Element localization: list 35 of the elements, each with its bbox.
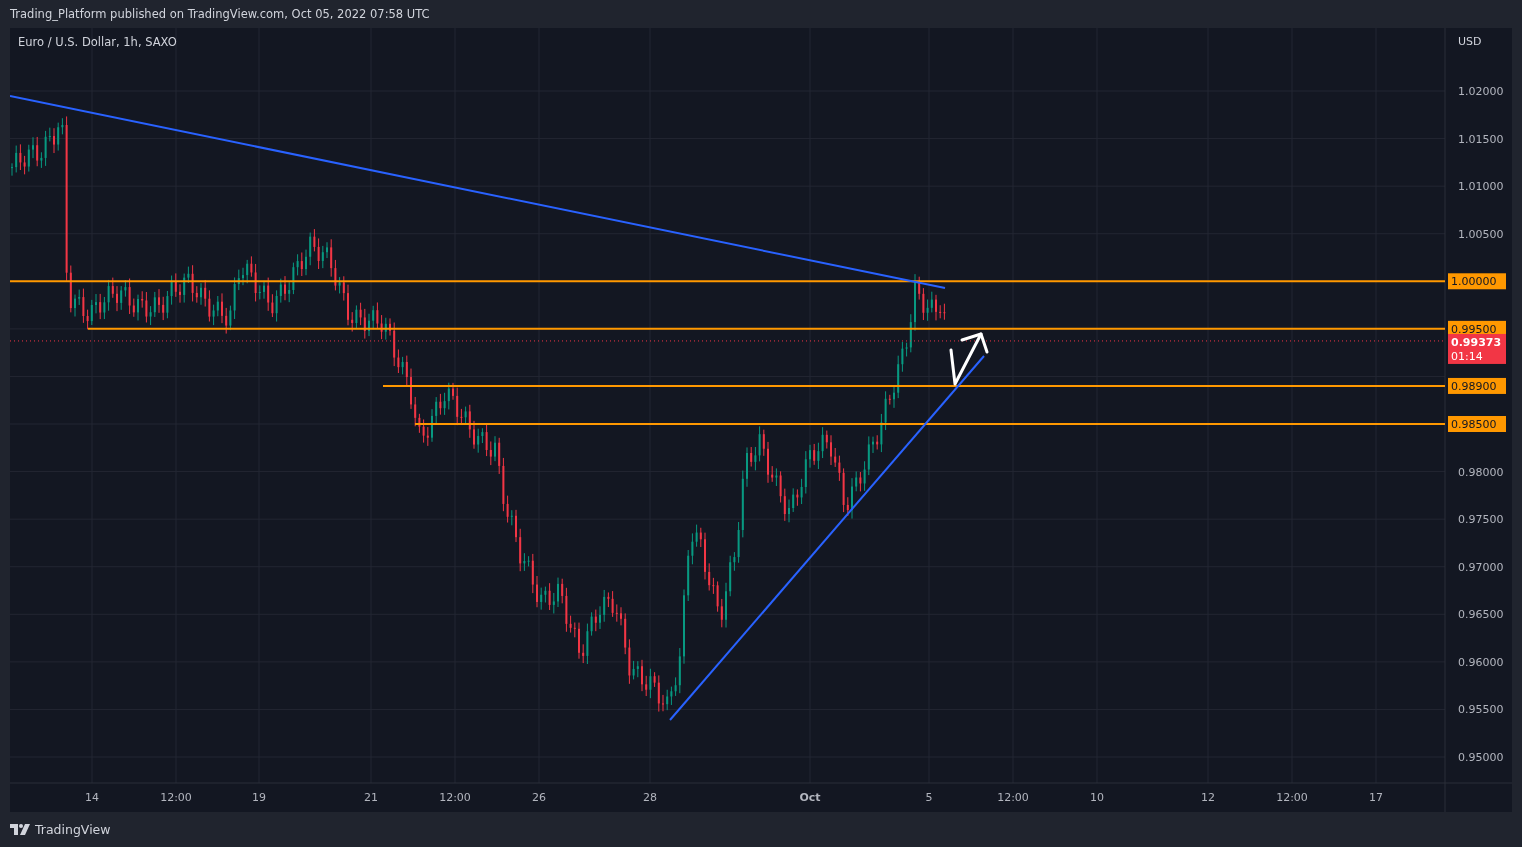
time-tick-label: 28 xyxy=(643,791,657,804)
price-tick-label: 0.96000 xyxy=(1458,655,1504,669)
price-tick-label: 1.01000 xyxy=(1458,180,1504,194)
price-tick-label: 1.02000 xyxy=(1458,85,1504,98)
time-tick-label: 12 xyxy=(1201,791,1215,804)
price-tick-label: 1.01500 xyxy=(1458,132,1504,146)
current-price-label: 0.99373 01:14 xyxy=(1448,333,1506,364)
time-tick-label: Oct xyxy=(799,791,821,804)
arrow-drawing xyxy=(949,332,989,386)
brand-name: TradingView xyxy=(35,822,111,837)
time-tick-label: 17 xyxy=(1369,791,1383,804)
time-tick-label: 12:00 xyxy=(1276,791,1308,804)
time-tick-label: 10 xyxy=(1090,791,1104,804)
time-tick-label: 19 xyxy=(252,791,266,804)
time-tick-label: 12:00 xyxy=(439,791,471,804)
time-tick-label: 21 xyxy=(364,791,378,804)
currency-label: USD xyxy=(1458,35,1482,48)
publisher-line: Trading_Platform published on TradingView.com, Oct 05, 2022 07:58 UTC xyxy=(10,7,430,21)
logo-icon xyxy=(10,824,30,835)
price-tick-label: 0.98000 xyxy=(1458,465,1504,479)
time-tick-label: 26 xyxy=(532,791,546,804)
price-tick-label: 0.95000 xyxy=(1458,751,1504,764)
level-price-label: 0.98900 xyxy=(1448,377,1506,394)
symbol-title: Euro / U.S. Dollar, 1h, SAXO xyxy=(18,35,177,49)
price-tick-label: 0.97500 xyxy=(1458,513,1504,527)
time-tick-label: 5 xyxy=(925,791,933,804)
price-tick-label: 0.96500 xyxy=(1458,608,1504,622)
time-tick-label: 12:00 xyxy=(997,791,1029,804)
time-tick-label: 12:00 xyxy=(160,791,192,804)
price-tick-label: 0.97000 xyxy=(1458,560,1504,574)
time-tick-label: 14 xyxy=(85,791,99,804)
price-tick-label: 0.95500 xyxy=(1458,703,1504,717)
level-price-label: 1.00000 xyxy=(1448,273,1506,290)
price-tick-label: 1.00500 xyxy=(1458,227,1504,241)
level-price-label: 0.98500 xyxy=(1448,416,1506,432)
